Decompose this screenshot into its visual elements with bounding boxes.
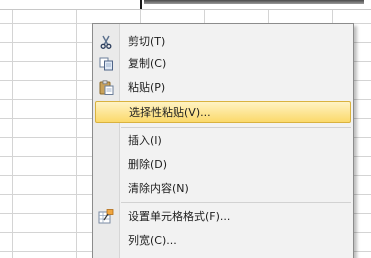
menu-item-icon-slot xyxy=(96,102,118,123)
menu-item-label: 列宽(C)... xyxy=(128,234,177,247)
menu-separator xyxy=(121,202,351,203)
menu-item-icon-slot xyxy=(95,130,117,151)
column-header-selected[interactable] xyxy=(144,0,364,4)
menu-item-label: 粘贴(P) xyxy=(128,81,166,94)
menu-item-format-cells[interactable]: 设置单元格格式(F)... xyxy=(95,206,351,227)
menu-item-copy[interactable]: 复制(C) xyxy=(95,53,351,74)
copy-icon xyxy=(95,53,117,74)
menu-item-label: 设置单元格格式(F)... xyxy=(128,210,231,223)
menu-item-icon-slot xyxy=(95,178,117,199)
context-menu: 剪切(T) 复制(C) 粘贴(P) 选择性粘贴(V)... 插入(I) 删除(D… xyxy=(92,23,354,258)
spreadsheet-window: 剪切(T) 复制(C) 粘贴(P) 选择性粘贴(V)... 插入(I) 删除(D… xyxy=(0,0,371,258)
menu-item-icon-slot xyxy=(95,154,117,175)
paste-icon xyxy=(95,77,117,98)
menu-item-label: 剪切(T) xyxy=(128,35,166,48)
scissors-icon xyxy=(95,31,117,52)
menu-item-icon-slot xyxy=(95,230,117,251)
menu-item-insert[interactable]: 插入(I) xyxy=(95,130,351,151)
menu-item-label: 选择性粘贴(V)... xyxy=(129,106,211,119)
selected-cell-border xyxy=(140,0,142,9)
menu-item-label: 复制(C) xyxy=(128,57,167,70)
format-cells-icon xyxy=(95,206,117,227)
menu-item-delete[interactable]: 删除(D) xyxy=(95,154,351,175)
menu-separator xyxy=(121,127,351,128)
menu-item-column-width[interactable]: 列宽(C)... xyxy=(95,230,351,251)
menu-item-label: 清除内容(N) xyxy=(128,182,189,195)
menu-item-cut[interactable]: 剪切(T) xyxy=(95,31,351,52)
menu-item-paste-special[interactable]: 选择性粘贴(V)... xyxy=(95,101,351,123)
menu-item-label: 插入(I) xyxy=(128,134,162,147)
menu-item-paste[interactable]: 粘贴(P) xyxy=(95,77,351,98)
menu-item-clear-contents[interactable]: 清除内容(N) xyxy=(95,178,351,199)
menu-item-label: 删除(D) xyxy=(128,158,168,171)
